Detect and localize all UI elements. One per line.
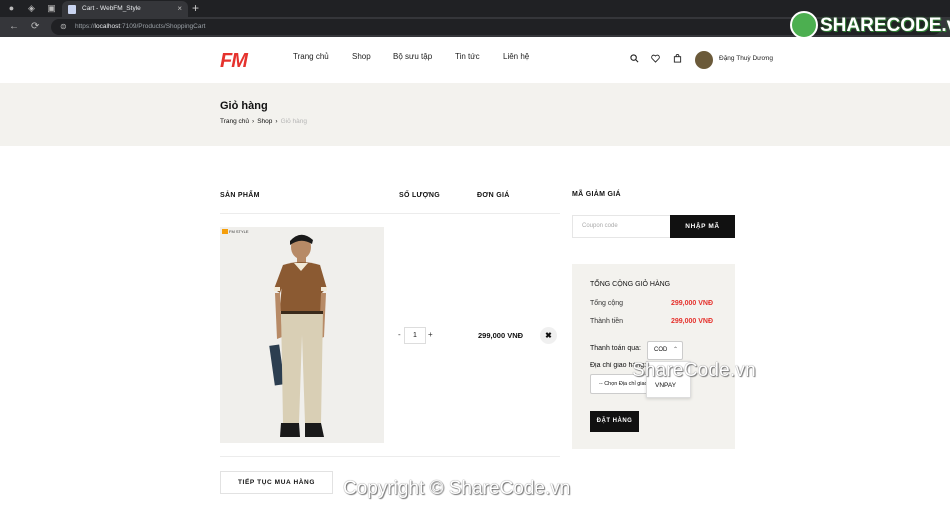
workspaces-icon[interactable]: ◈ [26, 3, 37, 14]
column-header-quantity: SỐ LƯỢNG [399, 192, 441, 199]
total-value: 299,000 VNĐ [671, 318, 714, 325]
page-title: Giỏ hàng [220, 100, 268, 112]
site-header: FM Trang chủ Shop Bộ sưu tập Tin tức Liê… [0, 37, 950, 83]
coupon-title: MÃ GIẢM GIÁ [572, 191, 621, 198]
quantity-decrease-button[interactable]: - [398, 330, 401, 339]
sharecode-logo-text: SHARECODE.vn [820, 15, 950, 36]
table-divider [220, 456, 560, 457]
profile-icon[interactable]: ● [6, 3, 17, 14]
product-model-figure [269, 234, 327, 437]
nav-home[interactable]: Trang chủ [293, 52, 329, 61]
brand-badge: FM STYLE [222, 229, 249, 235]
nav-shop[interactable]: Shop [352, 52, 371, 61]
product-image[interactable]: FM STYLE [220, 227, 384, 443]
nav-news[interactable]: Tin tức [455, 52, 480, 61]
total-label: Thành tiền [590, 318, 624, 325]
watermark-text: ShareCode.vn [632, 360, 756, 381]
payment-selected-value: COD [654, 347, 668, 353]
sharecode-logo-icon [790, 11, 818, 39]
brand-badge-icon [222, 229, 228, 235]
column-header-product: SẢN PHẨM [220, 192, 260, 199]
payment-option-vnpay[interactable]: VNPAY [655, 382, 676, 389]
cart-total-panel: TỔNG CỘNG GIỎ HÀNG Tổng cộng 299,000 VNĐ… [572, 264, 735, 449]
brand-badge-text: FM STYLE [229, 229, 249, 234]
tab-title: Cart - WebFM_Style [82, 5, 141, 12]
breadcrumb: Trang chủ › Shop › Giỏ hàng [220, 118, 307, 125]
new-tab-button[interactable]: + [192, 2, 199, 14]
item-price: 299,000 VNĐ [478, 331, 524, 340]
breadcrumb-separator: › [275, 118, 278, 125]
remove-item-icon[interactable]: ✖ [540, 327, 557, 344]
breadcrumb-shop[interactable]: Shop [257, 118, 272, 125]
breadcrumb-current: Giỏ hàng [280, 118, 307, 125]
payment-method-label: Thanh toán qua: [590, 345, 641, 352]
table-divider [220, 213, 560, 214]
cart-bag-icon[interactable] [673, 54, 682, 67]
cart-total-title: TỔNG CỘNG GIỎ HÀNG [590, 281, 671, 288]
user-name[interactable]: Đặng Thuỳ Dương [719, 55, 773, 62]
breadcrumb-separator: › [252, 118, 255, 125]
page-icon [68, 5, 76, 14]
coupon-input[interactable]: Coupon code [572, 215, 670, 238]
apply-coupon-button[interactable]: NHẬP MÃ [670, 215, 735, 238]
url-text[interactable]: https://localhost:7109/Products/Shopping… [75, 21, 205, 33]
back-icon[interactable]: ← [9, 21, 19, 33]
column-header-price: ĐƠN GIÁ [477, 192, 510, 199]
tab-actions-icon[interactable]: ▣ [46, 3, 57, 14]
chevron-up-icon: ⌃ [672, 347, 678, 353]
page-hero: Giỏ hàng Trang chủ › Shop › Giỏ hàng [0, 83, 950, 146]
reload-icon[interactable]: ⟳ [31, 21, 39, 33]
copyright-watermark: Copyright © ShareCode.vn [343, 478, 571, 499]
user-avatar[interactable] [695, 51, 713, 69]
quantity-increase-button[interactable]: + [428, 330, 433, 339]
wishlist-heart-icon[interactable] [651, 54, 660, 67]
site-info-icon[interactable]: ⊜ [60, 22, 67, 32]
browser-tab[interactable]: Cart - WebFM_Style × [62, 1, 188, 17]
breadcrumb-home[interactable]: Trang chủ [220, 118, 249, 125]
tab-close-icon[interactable]: × [177, 3, 182, 15]
nav-collection[interactable]: Bộ sưu tập [393, 52, 432, 61]
payment-method-select[interactable]: COD ⌃ [647, 341, 683, 360]
search-icon[interactable] [630, 54, 639, 67]
quantity-input[interactable]: 1 [404, 327, 426, 344]
continue-shopping-button[interactable]: TIẾP TỤC MUA HÀNG [220, 471, 333, 494]
subtotal-label: Tổng cộng [590, 300, 624, 307]
nav-contact[interactable]: Liên hệ [503, 52, 529, 61]
site-logo[interactable]: FM [220, 50, 248, 73]
subtotal-value: 299,000 VNĐ [671, 300, 714, 307]
place-order-button[interactable]: ĐẶT HÀNG [590, 411, 639, 432]
